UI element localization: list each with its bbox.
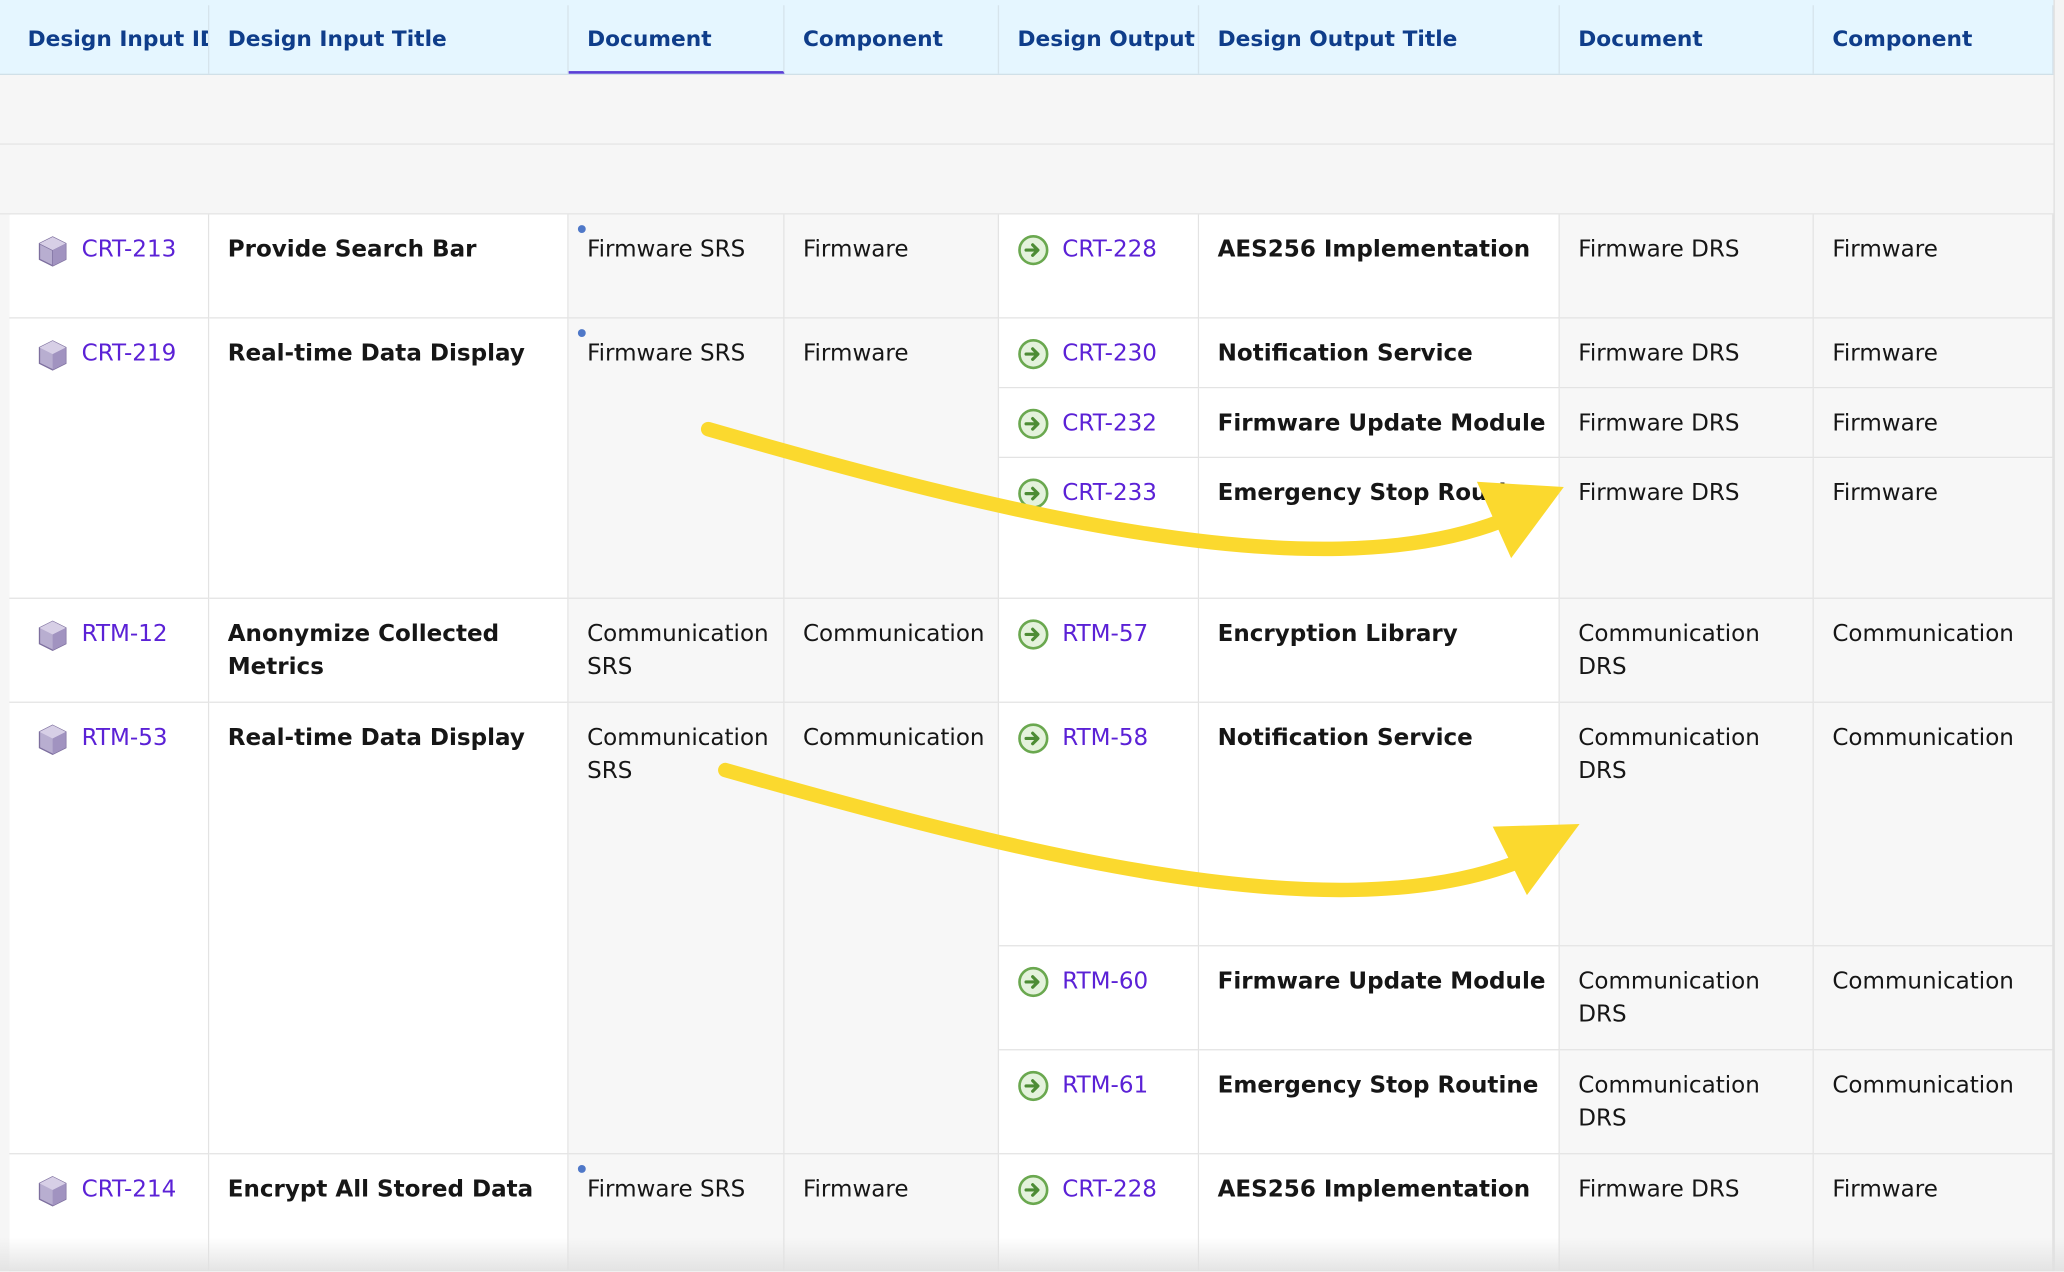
- annotation-overlay: [700, 421, 1580, 898]
- annotation-arrow-2: [718, 762, 1522, 898]
- annotation-arrow-1: [700, 421, 1508, 557]
- bottom-fade: [0, 1237, 2064, 1272]
- trace-matrix: Design Input ID Design Input Title Docum…: [0, 0, 2064, 1272]
